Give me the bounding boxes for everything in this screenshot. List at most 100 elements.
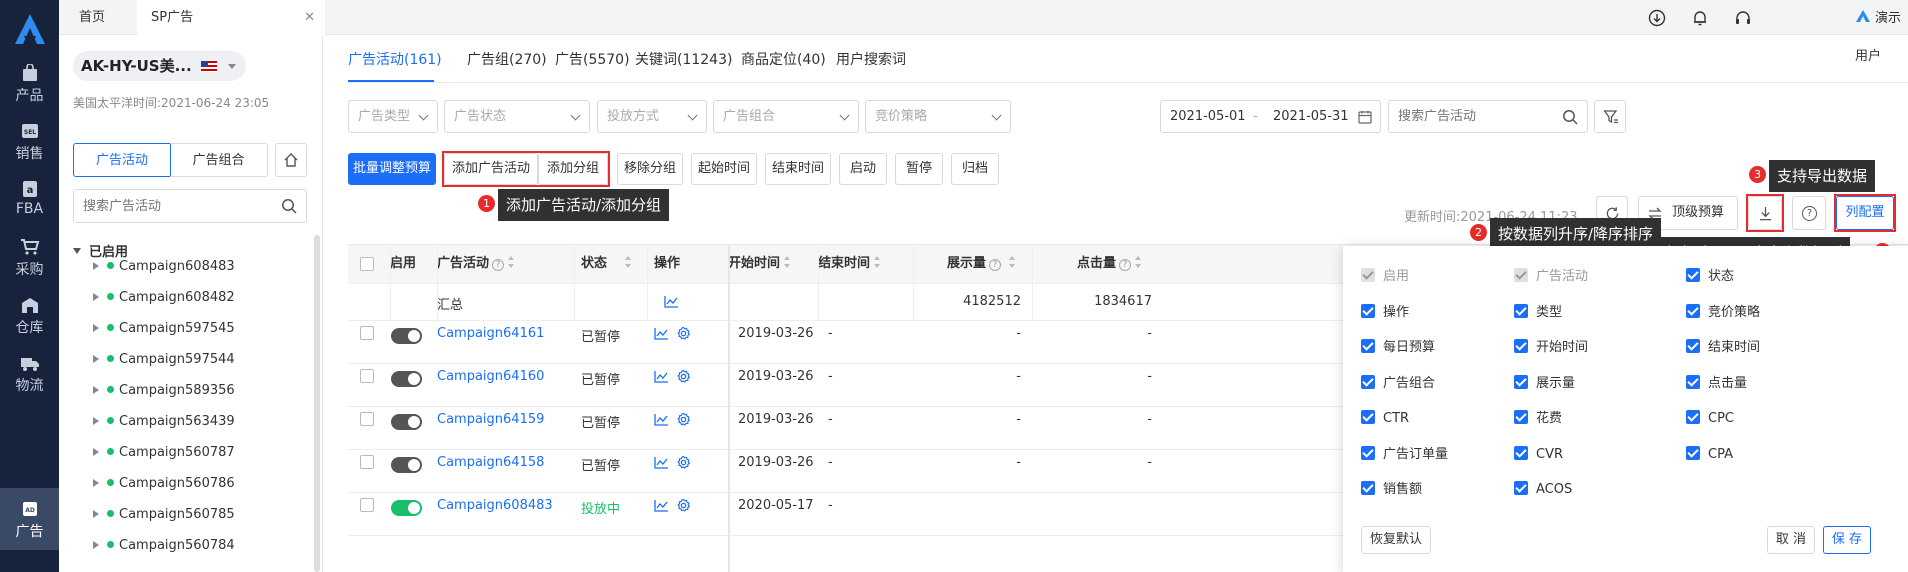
campaign-link[interactable]: Campaign608483 (437, 498, 553, 513)
tab-keywords[interactable]: 关键词(11243) (635, 49, 732, 69)
sort-icon[interactable] (784, 256, 791, 268)
gear-icon[interactable] (676, 326, 691, 341)
remove-group-button[interactable]: 移除分组 (617, 153, 683, 185)
column-option[interactable]: 花费 (1514, 410, 1562, 427)
bell-icon[interactable] (1691, 9, 1709, 27)
enable-toggle[interactable] (391, 457, 422, 473)
tab-ad-groups[interactable]: 广告组(270) (467, 49, 547, 69)
gear-icon[interactable] (676, 412, 691, 427)
sort-icon[interactable] (874, 256, 881, 268)
row-checkbox[interactable] (360, 412, 374, 426)
col-impressions[interactable]: 展示量? (913, 245, 1016, 283)
help-icon[interactable]: ? (989, 259, 1001, 271)
search-icon[interactable] (281, 198, 297, 214)
campaign-link[interactable]: Campaign64161 (437, 326, 544, 341)
tree-item-campaign[interactable]: Campaign608483 (93, 251, 235, 282)
tab-product-targeting[interactable]: 商品定位(40) (741, 49, 826, 69)
col-campaign[interactable]: 广告活动? (437, 245, 567, 283)
enable-toggle[interactable] (391, 414, 422, 430)
ad-type-select[interactable]: 广告类型 (348, 100, 438, 133)
col-start-time[interactable]: 开始时间 (728, 245, 818, 283)
col-end-time[interactable]: 结束时间 (818, 245, 908, 283)
sort-icon[interactable] (1009, 256, 1016, 268)
nav-item-ads[interactable]: AD 广告 (0, 488, 59, 550)
sidebar-search-input[interactable] (74, 190, 274, 222)
row-checkbox[interactable] (360, 369, 374, 383)
date-range-picker[interactable]: 2021-05-01 - 2021-05-31 (1160, 100, 1381, 133)
close-icon[interactable]: ✕ (304, 0, 315, 35)
help-button[interactable]: ? (1792, 196, 1826, 230)
headset-icon[interactable] (1734, 9, 1752, 27)
nav-item-purchase[interactable]: 采购 (0, 230, 59, 288)
campaign-link[interactable]: Campaign64160 (437, 369, 544, 384)
column-option[interactable]: 每日预算 (1361, 339, 1435, 356)
column-option[interactable]: 类型 (1514, 303, 1562, 321)
column-option[interactable]: 竞价策略 (1686, 303, 1760, 321)
tree-item-campaign[interactable]: Campaign597545 (93, 313, 235, 344)
campaign-search-input[interactable] (1389, 101, 1554, 132)
nav-item-logistics[interactable]: 物流 (0, 346, 59, 404)
home-button[interactable] (275, 143, 307, 177)
nav-item-sales[interactable]: SEL 销售 (0, 114, 59, 172)
tree-item-campaign[interactable]: Campaign563439 (93, 406, 235, 437)
tree-item-campaign[interactable]: Campaign560786 (93, 468, 235, 499)
enable-button[interactable]: 启动 (839, 153, 887, 185)
tree-item-campaign[interactable]: Campaign589356 (93, 375, 235, 406)
tab-campaigns[interactable]: 广告活动(161) (348, 49, 442, 69)
start-time-button[interactable]: 起始时间 (691, 153, 757, 185)
trend-chart-icon[interactable] (654, 456, 669, 469)
campaign-link[interactable]: Campaign64158 (437, 455, 544, 470)
user-menu[interactable]: 演示用户 (1855, 0, 1908, 64)
enable-toggle[interactable] (391, 500, 422, 516)
tab-sp-ads[interactable]: SP广告 ✕ (137, 0, 325, 35)
help-icon[interactable]: ? (492, 259, 505, 271)
campaign-link[interactable]: Campaign64159 (437, 412, 544, 427)
cancel-button[interactable]: 取 消 (1767, 526, 1815, 554)
enable-toggle[interactable] (391, 371, 422, 387)
search-icon[interactable] (1562, 109, 1578, 125)
column-option[interactable]: CPA (1686, 445, 1733, 463)
sort-icon[interactable] (1135, 256, 1142, 268)
download-icon[interactable] (1648, 9, 1666, 27)
row-checkbox[interactable] (360, 455, 374, 469)
advanced-filter-button[interactable] (1594, 100, 1626, 133)
end-time-button[interactable]: 结束时间 (765, 153, 831, 185)
add-campaign-button[interactable]: 添加广告活动 (444, 153, 538, 185)
sidebar-scrollbar[interactable] (314, 235, 320, 572)
enable-toggle[interactable] (391, 328, 422, 344)
column-option[interactable]: CPC (1686, 410, 1734, 427)
store-selector[interactable]: AK-HY-US美... (73, 51, 247, 81)
column-option[interactable]: ACOS (1514, 481, 1572, 498)
trend-chart-icon[interactable] (654, 327, 669, 340)
sidebar-tab-campaigns[interactable]: 广告活动 (73, 143, 171, 177)
column-option[interactable]: CVR (1514, 445, 1563, 463)
row-checkbox[interactable] (360, 498, 374, 512)
column-option[interactable]: 展示量 (1514, 374, 1575, 392)
sidebar-tab-portfolios[interactable]: 广告组合 (170, 143, 268, 177)
archive-button[interactable]: 归档 (951, 153, 999, 185)
column-config-button[interactable]: 列配置 (1836, 196, 1894, 230)
gear-icon[interactable] (676, 369, 691, 384)
column-option[interactable]: 广告订单量 (1361, 445, 1448, 463)
trend-chart-icon[interactable] (654, 413, 669, 426)
column-option[interactable]: 广告组合 (1361, 374, 1435, 392)
trend-chart-icon[interactable] (654, 499, 669, 512)
reset-default-button[interactable]: 恢复默认 (1361, 526, 1431, 554)
export-button[interactable] (1748, 196, 1782, 230)
tree-item-campaign[interactable]: Campaign597544 (93, 344, 235, 375)
column-option[interactable]: 状态 (1686, 268, 1734, 285)
nav-item-products[interactable]: 产品 (0, 56, 59, 114)
bulk-budget-button[interactable]: 批量调整预算 (348, 153, 436, 185)
tree-item-campaign[interactable]: Campaign560784 (93, 530, 235, 561)
tab-home[interactable]: 首页 (79, 0, 129, 35)
pause-button[interactable]: 暂停 (895, 153, 943, 185)
tree-item-campaign[interactable]: Campaign560785 (93, 499, 235, 530)
gear-icon[interactable] (676, 455, 691, 470)
save-button[interactable]: 保 存 (1823, 526, 1871, 554)
trend-chart-icon[interactable] (654, 370, 669, 383)
tab-ads[interactable]: 广告(5570) (555, 49, 630, 69)
column-option[interactable]: 结束时间 (1686, 339, 1760, 356)
targeting-select[interactable]: 投放方式 (597, 100, 707, 133)
ad-status-select[interactable]: 广告状态 (444, 100, 590, 133)
column-option[interactable]: 操作 (1361, 303, 1409, 321)
